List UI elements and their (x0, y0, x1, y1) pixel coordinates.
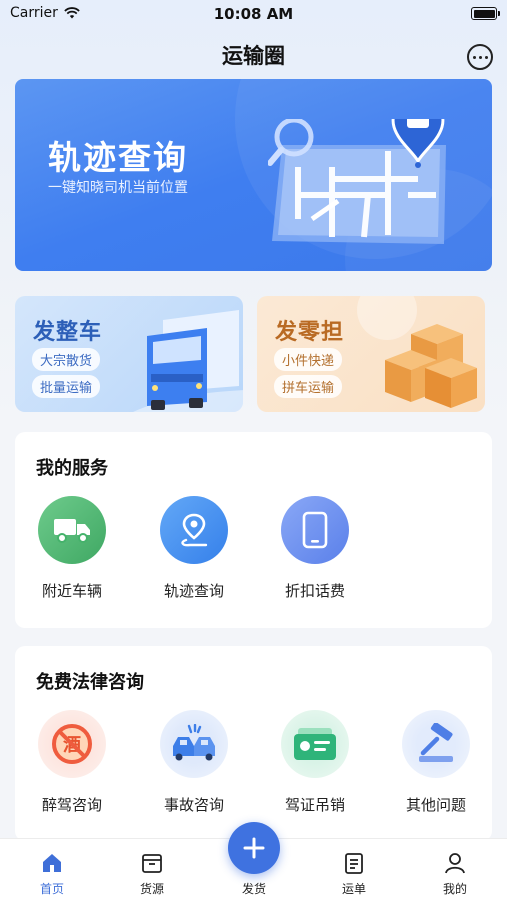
map-illustration-icon (268, 119, 446, 244)
legal-label: 事故咨询 (163, 796, 224, 814)
status-bar: Carrier 10:08 AM (0, 0, 507, 28)
no-drinking-icon: 酒 (38, 710, 106, 778)
section-title: 免费法律咨询 (36, 672, 144, 693)
cargo-box-icon (140, 851, 164, 875)
card-title: 发整车 (33, 320, 103, 345)
tab-ship-label[interactable]: 发货 (214, 880, 294, 897)
tab-label: 运单 (341, 882, 366, 896)
user-icon (443, 851, 467, 875)
card-title: 发零担 (275, 320, 345, 345)
service-label: 附近车辆 (41, 582, 102, 600)
legal-label: 其他问题 (405, 796, 466, 814)
my-services-section: 我的服务 附近车辆 轨迹查询 折扣话费 (15, 432, 492, 628)
service-discount-phone-bill[interactable]: 折扣话费 (271, 496, 359, 601)
car-crash-icon (160, 710, 228, 778)
plus-icon (243, 837, 265, 859)
tab-label: 首页 (39, 882, 64, 896)
truck-icon (133, 310, 243, 412)
card-tag: 批量运输 (32, 375, 101, 398)
service-label: 轨迹查询 (163, 582, 224, 600)
service-nearby-vehicles[interactable]: 附近车辆 (28, 496, 116, 601)
less-than-truckload-card[interactable]: 发零担 小件快递 拼车运输 (257, 296, 485, 412)
full-truckload-card[interactable]: 发整车 大宗散货 批量运输 (15, 296, 243, 412)
legal-label: 驾证吊销 (284, 796, 345, 814)
legal-accident[interactable]: 事故咨询 (150, 710, 238, 815)
boxes-icon (385, 324, 477, 408)
page-title: 运输圈 (222, 44, 285, 68)
truck-icon (38, 496, 106, 564)
banner-subtitle: 一键知晓司机当前位置 (48, 180, 188, 196)
card-tag: 大宗散货 (32, 348, 101, 371)
legal-other-questions[interactable]: 其他问题 (392, 710, 480, 815)
tab-profile[interactable]: 我的 (415, 851, 495, 897)
gavel-icon (402, 710, 470, 778)
service-label: 折扣话费 (284, 582, 345, 600)
location-pin-icon (160, 496, 228, 564)
license-card-icon (281, 710, 349, 778)
section-title: 我的服务 (36, 458, 108, 479)
tab-home[interactable]: 首页 (12, 851, 92, 897)
legal-label: 醉驾咨询 (41, 796, 102, 814)
banner-title: 轨迹查询 (48, 138, 188, 177)
waybill-icon (342, 851, 366, 875)
battery-icon (471, 7, 500, 20)
ship-goods-button[interactable] (228, 822, 280, 874)
tab-waybill[interactable]: 运单 (314, 851, 394, 897)
service-track-query[interactable]: 轨迹查询 (150, 496, 238, 601)
tab-cargo[interactable]: 货源 (112, 851, 192, 897)
phone-icon (281, 496, 349, 564)
legal-consulting-section: 免费法律咨询 酒 醉驾咨询 事故咨询 (15, 646, 492, 841)
legal-drunk-driving[interactable]: 酒 醉驾咨询 (28, 710, 116, 815)
tab-label: 货源 (139, 882, 164, 896)
home-icon (40, 851, 64, 875)
legal-license-revocation[interactable]: 驾证吊销 (271, 710, 359, 815)
tab-label: 我的 (442, 882, 467, 896)
track-query-banner[interactable]: 轨迹查询 一键知晓司机当前位置 (15, 79, 492, 271)
chat-bubble-icon[interactable] (467, 44, 493, 70)
card-tag: 小件快递 (274, 348, 343, 371)
card-tag: 拼车运输 (274, 375, 343, 398)
clock: 10:08 AM (213, 5, 294, 23)
